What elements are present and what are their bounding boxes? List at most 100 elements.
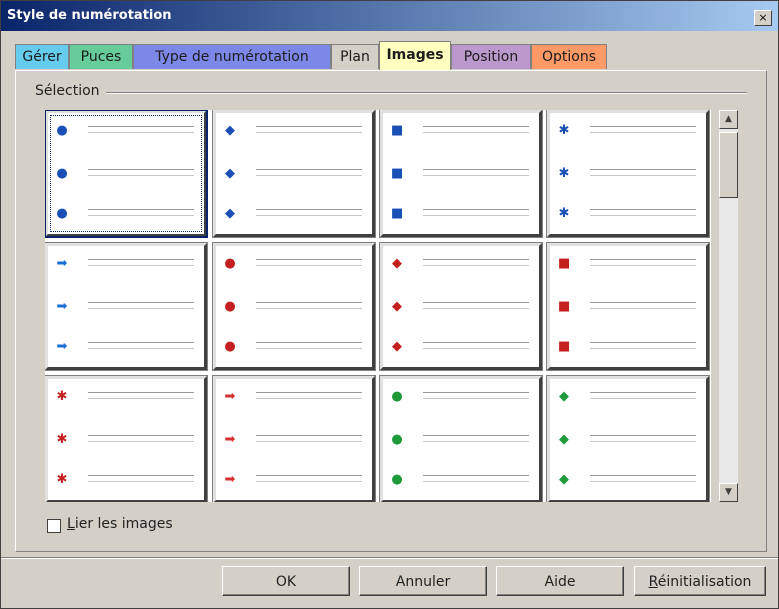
bullet-preview-row: ✱ xyxy=(558,166,698,182)
preview-text-line xyxy=(256,169,362,170)
blue-arrow-bullet-icon: ➡ xyxy=(56,339,68,354)
reset-button[interactable]: Réinitialisation xyxy=(634,566,766,596)
scroll-down-icon: ▼ xyxy=(725,487,732,497)
red-square-bullet-icon: ■ xyxy=(558,339,571,354)
scroll-down-button[interactable]: ▼ xyxy=(719,483,738,502)
red-sphere-bullet-icon: ● xyxy=(224,256,236,271)
bullet-preview-row: ■ xyxy=(558,339,698,355)
ok-button[interactable]: OK xyxy=(222,566,350,596)
red-diamond-bullet-icon: ◆ xyxy=(392,256,402,271)
bullet-style-option[interactable]: ➡ ➡ ➡ xyxy=(212,375,376,502)
preview-text-line xyxy=(88,175,194,176)
preview-text-line xyxy=(256,392,362,393)
reset-button-rest: éinitialisation xyxy=(657,574,752,590)
bullet-preview-row: ■ xyxy=(391,166,531,182)
selection-label: Sélection xyxy=(35,83,106,99)
tab-plan[interactable]: Plan xyxy=(331,44,379,69)
bullet-preview-row: ◆ xyxy=(391,340,531,355)
blue-diamond-bullet-icon: ◆ xyxy=(225,166,235,181)
preview-text-line xyxy=(256,475,362,476)
tab-options[interactable]: Options xyxy=(531,44,607,69)
bullet-preview-row: ■ xyxy=(391,206,531,222)
tab-gérer[interactable]: Gérer xyxy=(15,44,69,69)
scroll-up-icon: ▲ xyxy=(725,114,732,124)
blue-square-bullet-icon: ■ xyxy=(391,206,404,221)
bullet-style-option[interactable]: ◆ ◆ ◆ xyxy=(212,110,376,238)
blue-square-bullet-icon: ■ xyxy=(391,166,404,181)
blue-diamond-bullet-icon: ◆ xyxy=(225,206,235,221)
cancel-button[interactable]: Annuler xyxy=(359,566,487,596)
scroll-up-button[interactable]: ▲ xyxy=(719,110,738,129)
preview-text-line xyxy=(256,441,362,442)
bullet-preview-row: ➡ xyxy=(56,256,196,272)
preview-text-line xyxy=(256,481,362,482)
preview-text-line xyxy=(590,126,696,127)
link-images-label[interactable]: Lier les images xyxy=(67,516,173,532)
preview-text-line xyxy=(256,215,362,216)
close-button[interactable]: × xyxy=(754,10,772,26)
preview-text-line xyxy=(88,392,194,393)
preview-text-line xyxy=(590,398,696,399)
bullet-preview-row: ■ xyxy=(558,256,698,272)
bullet-style-option[interactable]: ◆ ◆ ◆ xyxy=(546,375,710,502)
preview-text-line xyxy=(88,441,194,442)
preview-text-line xyxy=(423,475,529,476)
bullet-preview-row: ■ xyxy=(558,300,698,315)
bullet-style-option[interactable]: ◆ ◆ ◆ xyxy=(379,242,543,371)
preview-text-line xyxy=(256,398,362,399)
bullet-preview-row: ➡ xyxy=(224,433,364,448)
preview-text-line xyxy=(590,215,696,216)
preview-text-line xyxy=(423,265,529,266)
bullet-style-option[interactable]: ● ● ● xyxy=(45,110,208,238)
bullet-style-option[interactable]: ✱ ✱ ✱ xyxy=(45,375,208,502)
bullet-style-option[interactable]: ● ● ● xyxy=(379,375,543,502)
preview-text-line xyxy=(88,259,194,260)
preview-text-line xyxy=(256,342,362,343)
bullet-style-option[interactable]: ■ ■ ■ xyxy=(546,242,710,371)
preview-text-line xyxy=(256,348,362,349)
preview-text-line xyxy=(423,348,529,349)
green-diamond-bullet-icon: ◆ xyxy=(559,432,569,447)
window-title: Style de numérotation xyxy=(7,8,172,23)
tab-puces[interactable]: Puces xyxy=(69,44,133,69)
bullet-style-option[interactable]: ■ ■ ■ xyxy=(379,110,543,238)
preview-text-line xyxy=(590,392,696,393)
bullet-image-grid: ● ● ● ◆ ◆ ◆ ■ ■ ■ ✱ ✱ ✱ ➡ ➡ ➡ ● ● ● ◆ ◆ ◆ ■ ■ ■ ✱ ✱ ✱ ➡ ➡ ➡ ● ● ● ◆ ◆ ◆ xyxy=(45,110,711,502)
preview-text-line xyxy=(88,348,194,349)
bullet-preview-row: ● xyxy=(391,473,531,488)
help-button[interactable]: Aide xyxy=(496,566,624,596)
selection-divider xyxy=(35,92,747,94)
bullet-preview-row: ◆ xyxy=(558,432,698,448)
preview-text-line xyxy=(88,132,194,133)
preview-text-line xyxy=(590,209,696,210)
preview-text-line xyxy=(256,302,362,303)
grid-scrollbar[interactable]: ▲ ▼ xyxy=(718,110,738,502)
tab-images[interactable]: Images xyxy=(379,41,451,70)
link-images-checkbox[interactable] xyxy=(47,519,61,533)
red-star-bullet-icon: ✱ xyxy=(56,389,68,404)
bullet-preview-row: ◆ xyxy=(391,300,531,315)
preview-text-line xyxy=(423,392,529,393)
title-bar[interactable]: Style de numérotation × xyxy=(1,1,778,31)
tab-position[interactable]: Position xyxy=(451,44,531,69)
bullet-preview-row: ◆ xyxy=(391,256,531,272)
preview-text-line xyxy=(590,169,696,170)
preview-text-line xyxy=(423,259,529,260)
scroll-thumb[interactable] xyxy=(719,132,738,198)
preview-text-line xyxy=(590,348,696,349)
preview-text-line xyxy=(256,175,362,176)
blue-star-bullet-icon: ✱ xyxy=(558,166,570,181)
bullet-style-option[interactable]: ✱ ✱ ✱ xyxy=(546,110,710,238)
red-star-bullet-icon: ✱ xyxy=(56,432,68,447)
preview-text-line xyxy=(423,481,529,482)
bullet-style-option[interactable]: ● ● ● xyxy=(212,242,376,371)
blue-arrow-bullet-icon: ➡ xyxy=(56,299,68,314)
bullet-preview-row: ✱ xyxy=(56,432,196,448)
preview-text-line xyxy=(88,215,194,216)
bullet-preview-row: ✱ xyxy=(56,473,196,488)
blue-arrow-bullet-icon: ➡ xyxy=(56,256,68,271)
preview-text-line xyxy=(423,342,529,343)
tab-type-de-numérotation[interactable]: Type de numérotation xyxy=(133,44,331,69)
red-square-bullet-icon: ■ xyxy=(558,256,571,271)
bullet-style-option[interactable]: ➡ ➡ ➡ xyxy=(45,242,208,371)
